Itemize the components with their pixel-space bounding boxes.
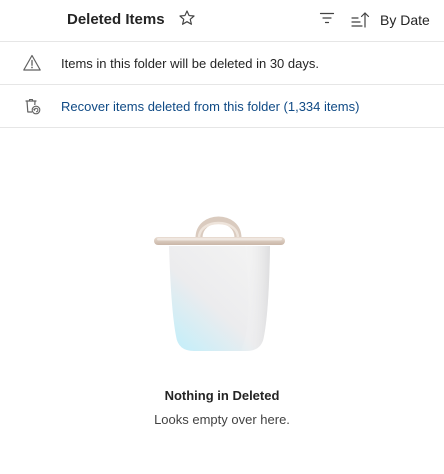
recover-items-link[interactable]: Recover items deleted from this folder (… <box>61 99 359 115</box>
recycle-bin-restore-icon <box>21 95 43 117</box>
favorite-button[interactable] <box>176 9 198 31</box>
warning-icon <box>21 52 43 74</box>
sort-button[interactable]: By Date <box>349 8 430 32</box>
star-icon <box>178 9 196 32</box>
retention-notice-text: Items in this folder will be deleted in … <box>61 56 319 71</box>
empty-state-title: Nothing in Deleted <box>164 388 280 403</box>
folder-header: Deleted Items By Date <box>0 0 444 42</box>
deleted-items-view: Deleted Items By Date Items in this fold… <box>0 0 444 474</box>
sort-ascending-icon <box>349 9 371 31</box>
folder-title: Deleted Items <box>67 11 165 28</box>
filter-icon <box>319 11 335 30</box>
filter-button[interactable] <box>316 9 338 31</box>
empty-state-subtitle: Looks empty over here. <box>154 412 290 427</box>
empty-trash-bin-illustration <box>150 210 290 360</box>
retention-notice: Items in this folder will be deleted in … <box>0 42 444 85</box>
sort-label: By Date <box>380 12 430 28</box>
recover-items-row[interactable]: Recover items deleted from this folder (… <box>0 85 444 128</box>
